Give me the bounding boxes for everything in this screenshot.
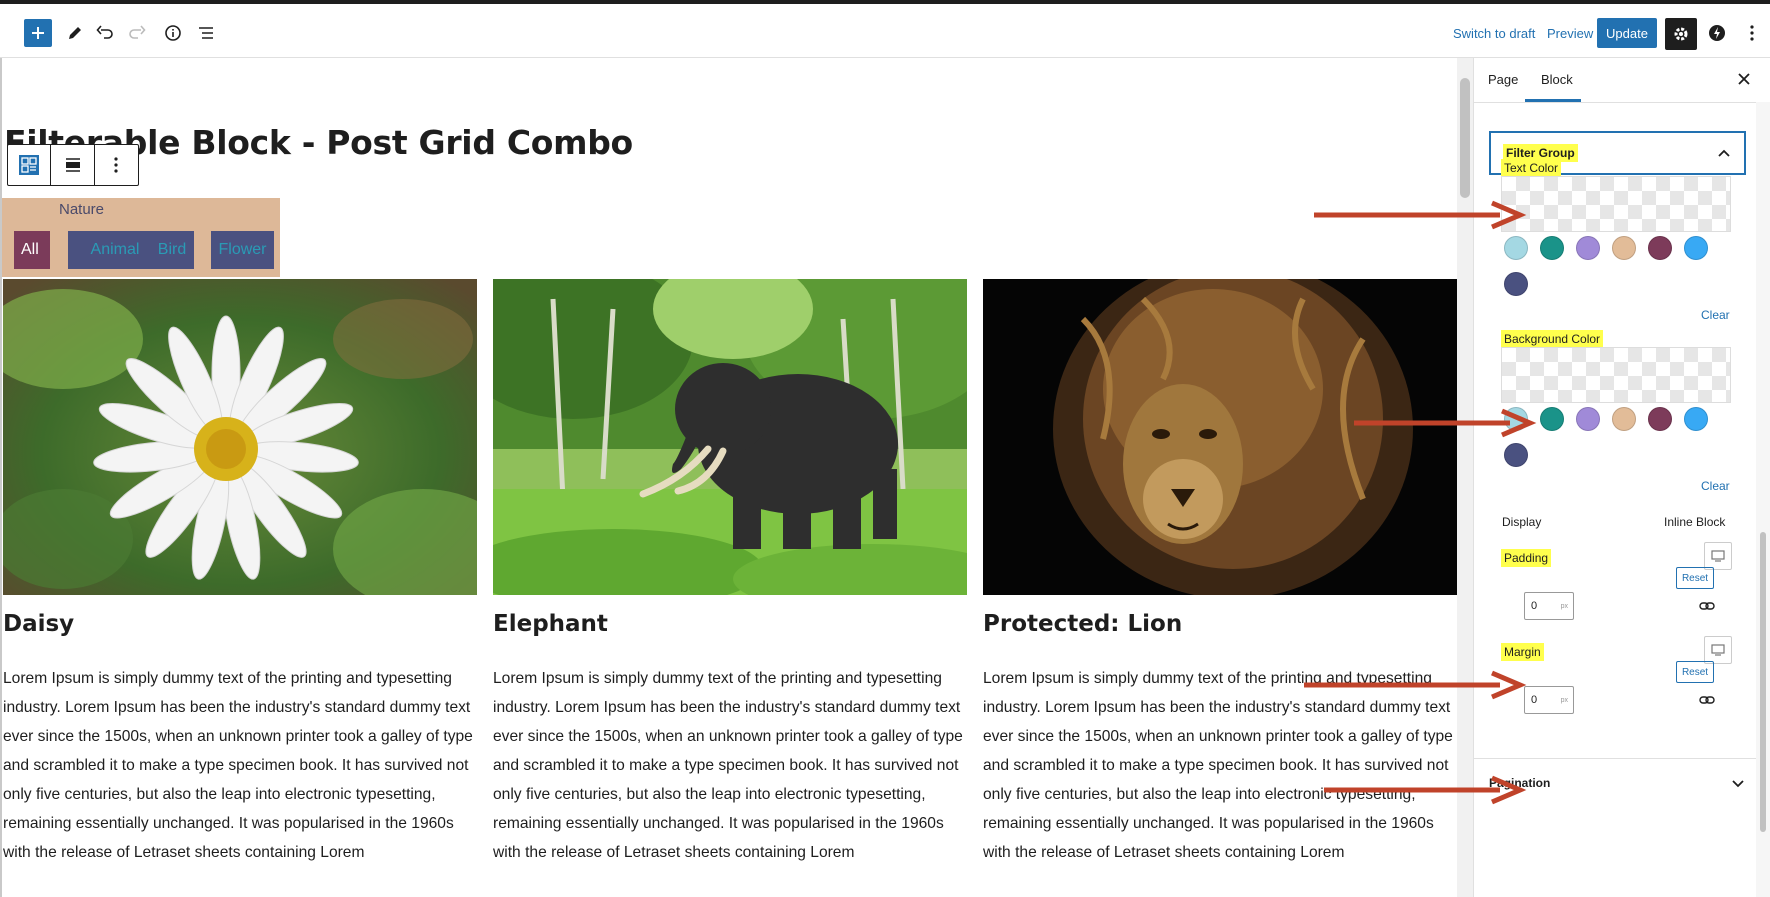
plus-icon bbox=[32, 27, 44, 39]
canvas-scrollbar[interactable] bbox=[1457, 58, 1473, 897]
desktop-icon bbox=[1711, 550, 1725, 562]
padding-value: 0 bbox=[1531, 600, 1538, 612]
text-color-swatch-2[interactable] bbox=[1540, 236, 1564, 260]
margin-input[interactable]: 0 px bbox=[1524, 686, 1574, 714]
tab-page[interactable]: Page bbox=[1488, 72, 1518, 87]
settings-sidebar: Page Block Filter Group Text Color Clear… bbox=[1473, 58, 1770, 897]
daisy-photo bbox=[3, 279, 477, 595]
align-button[interactable] bbox=[51, 145, 95, 185]
text-color-swatch-1[interactable] bbox=[1504, 236, 1528, 260]
link-icon[interactable] bbox=[1699, 693, 1715, 707]
list-view-button[interactable] bbox=[191, 18, 221, 48]
text-color-swatch-3[interactable] bbox=[1576, 236, 1600, 260]
post-title-lion[interactable]: Protected: Lion bbox=[983, 611, 1182, 637]
canvas-scrollbar-thumb[interactable] bbox=[1460, 78, 1470, 198]
more-vertical-icon bbox=[114, 157, 118, 173]
post-title-elephant[interactable]: Elephant bbox=[493, 611, 608, 637]
close-sidebar-button[interactable] bbox=[1737, 70, 1751, 91]
filter-button-animal[interactable]: Animal bbox=[68, 231, 162, 269]
text-color-label: Text Color bbox=[1501, 159, 1562, 177]
options-button[interactable] bbox=[1737, 18, 1767, 48]
text-color-swatch-6[interactable] bbox=[1684, 236, 1708, 260]
margin-device-button[interactable] bbox=[1704, 636, 1732, 664]
text-color-swatch-5[interactable] bbox=[1648, 236, 1672, 260]
text-color-clear-button[interactable]: Clear bbox=[1701, 308, 1730, 322]
undo-icon bbox=[96, 25, 113, 39]
grid-block-icon bbox=[19, 155, 40, 175]
editor-toolbar: Switch to draft Preview Update bbox=[0, 4, 1770, 58]
post-title-daisy[interactable]: Daisy bbox=[3, 611, 74, 637]
display-label: Display bbox=[1502, 515, 1542, 529]
list-view-icon bbox=[199, 27, 213, 39]
padding-reset-button[interactable]: Reset bbox=[1676, 567, 1714, 589]
margin-unit: px bbox=[1560, 696, 1568, 704]
block-toolbar bbox=[7, 144, 139, 186]
margin-label: Margin bbox=[1501, 643, 1544, 661]
link-icon[interactable] bbox=[1699, 599, 1715, 613]
post-excerpt-daisy: Lorem Ipsum is simply dummy text of the … bbox=[3, 670, 473, 861]
preview-link[interactable]: Preview bbox=[1547, 26, 1593, 41]
filter-group-label: Nature bbox=[59, 201, 105, 218]
padding-unit: px bbox=[1560, 602, 1568, 610]
plugin-button[interactable] bbox=[1702, 18, 1732, 48]
margin-reset-button[interactable]: Reset bbox=[1676, 661, 1714, 683]
bg-color-swatch-5[interactable] bbox=[1648, 407, 1672, 431]
block-type-button[interactable] bbox=[8, 145, 52, 185]
bg-color-swatch-2[interactable] bbox=[1540, 407, 1564, 431]
padding-device-button[interactable] bbox=[1704, 542, 1732, 570]
padding-input[interactable]: 0 px bbox=[1524, 592, 1574, 620]
switch-to-draft-link[interactable]: Switch to draft bbox=[1453, 26, 1535, 41]
sidebar-scrollbar-thumb[interactable] bbox=[1760, 532, 1766, 832]
text-color-swatch-4[interactable] bbox=[1612, 236, 1636, 260]
annotation-arrow-background-color bbox=[1354, 408, 1537, 438]
annotation-arrow-text-color bbox=[1314, 200, 1527, 230]
tab-block[interactable]: Block bbox=[1541, 72, 1573, 87]
plugin-logo-icon bbox=[1709, 25, 1725, 41]
background-color-preview[interactable] bbox=[1501, 347, 1731, 403]
filter-button-flower[interactable]: Flower bbox=[211, 231, 274, 269]
padding-label: Padding bbox=[1501, 549, 1552, 567]
pencil-icon bbox=[69, 27, 81, 39]
tools-button[interactable] bbox=[60, 18, 90, 48]
align-full-icon bbox=[65, 158, 80, 172]
desktop-icon bbox=[1711, 644, 1725, 656]
redo-icon bbox=[129, 25, 146, 39]
close-icon bbox=[1738, 73, 1750, 85]
text-color-swatch-7[interactable] bbox=[1504, 272, 1528, 296]
sidebar-scrollbar[interactable] bbox=[1756, 102, 1770, 897]
filter-button-bird[interactable]: Bird bbox=[150, 231, 194, 269]
bg-color-swatch-3[interactable] bbox=[1576, 407, 1600, 431]
bg-color-swatch-7[interactable] bbox=[1504, 443, 1528, 467]
filter-button-all[interactable]: All bbox=[14, 231, 50, 269]
more-vertical-icon bbox=[1750, 25, 1754, 41]
margin-value: 0 bbox=[1531, 694, 1538, 706]
undo-button[interactable] bbox=[90, 18, 120, 48]
background-color-label: Background Color bbox=[1501, 330, 1604, 348]
elephant-photo bbox=[493, 279, 967, 595]
chevron-up-icon bbox=[1718, 149, 1730, 157]
info-icon bbox=[165, 25, 181, 41]
display-value[interactable]: Inline Block bbox=[1664, 515, 1725, 529]
redo-button[interactable] bbox=[122, 18, 152, 48]
details-button[interactable] bbox=[158, 18, 188, 48]
annotation-arrow-margin bbox=[1324, 775, 1527, 805]
post-image-elephant[interactable] bbox=[493, 279, 967, 595]
annotation-arrow-padding bbox=[1304, 670, 1527, 700]
sidebar-tab-divider bbox=[1474, 102, 1770, 103]
text-color-preview[interactable] bbox=[1501, 176, 1731, 232]
add-block-button[interactable] bbox=[24, 19, 52, 47]
post-excerpt-elephant: Lorem Ipsum is simply dummy text of the … bbox=[493, 670, 963, 861]
background-color-clear-button[interactable]: Clear bbox=[1701, 479, 1730, 493]
bg-color-swatch-6[interactable] bbox=[1684, 407, 1708, 431]
chevron-down-icon bbox=[1732, 780, 1744, 788]
editor-canvas: Filterable Block - Post Grid Combo Natur… bbox=[2, 58, 1457, 897]
post-image-daisy[interactable] bbox=[3, 279, 477, 595]
gear-icon bbox=[1674, 27, 1688, 41]
update-button[interactable]: Update bbox=[1597, 18, 1657, 48]
settings-button[interactable] bbox=[1665, 18, 1697, 50]
block-options-button[interactable] bbox=[95, 145, 138, 185]
bg-color-swatch-4[interactable] bbox=[1612, 407, 1636, 431]
